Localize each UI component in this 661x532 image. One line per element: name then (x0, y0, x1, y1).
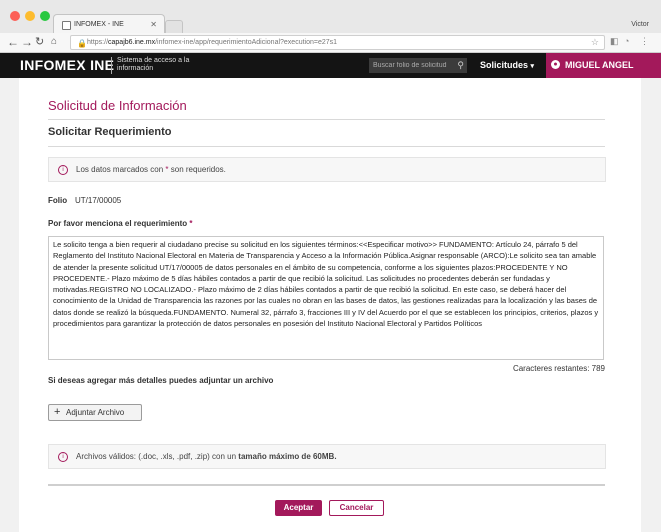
required-note: i Los datos marcados con * son requerido… (48, 157, 606, 182)
required-note-text: Los datos marcados con * son requeridos. (76, 165, 226, 174)
maximize-window-button[interactable] (40, 11, 50, 21)
attach-file-label: Adjuntar Archivo (66, 408, 125, 417)
url-text: https://capajb6.ine.mx/infomex-ine/app/r… (87, 39, 338, 46)
requirement-label: Por favor menciona el requerimiento * (48, 219, 193, 228)
close-tab-icon[interactable]: ✕ (150, 20, 157, 29)
back-arrow-icon[interactable]: ← (7, 35, 19, 49)
browser-tab[interactable]: INFOMEX - INE ✕ (53, 14, 165, 34)
title-divider (48, 119, 605, 120)
form-footer-divider (48, 484, 605, 486)
user-icon: ● (551, 60, 560, 69)
search-icon[interactable]: ⚲ (457, 60, 464, 71)
logo-divider (111, 57, 112, 74)
subtitle-divider (48, 146, 605, 147)
folio-value: UT/17/00005 (75, 196, 122, 205)
valid-files-text: Archivos válidos: (.doc, .xls, .pdf, .zi… (76, 452, 337, 461)
address-bar-row: ← → ↻ ⌂ 🔒 https://capajb6.ine.mx/infomex… (0, 33, 661, 53)
logo[interactable]: INFOMEX INE (20, 57, 114, 73)
screenshot: INFOMEX - INE ✕ Victor ← → ↻ ⌂ 🔒 https:/… (0, 0, 661, 532)
bookmark-star-icon[interactable]: ☆ (591, 36, 599, 49)
menu-icon[interactable]: ⋮ (640, 36, 649, 47)
attach-file-button[interactable]: + Adjuntar Archivo (48, 404, 142, 421)
attach-prompt: Si deseas agregar más detalles puedes ad… (48, 376, 274, 385)
solicitudes-menu[interactable]: Solicitudes ▾ (480, 60, 534, 70)
extension-icon[interactable]: ◧ (610, 36, 619, 47)
forward-arrow-icon[interactable]: → (21, 35, 33, 49)
accept-button[interactable]: Aceptar (275, 500, 322, 516)
cast-icon[interactable]: ◔ (624, 36, 629, 46)
url-input[interactable]: 🔒 https://capajb6.ine.mx/infomex-ine/app… (70, 35, 605, 50)
chevron-down-icon: ▾ (530, 63, 535, 70)
info-icon: i (58, 165, 68, 175)
folio-search: ⚲ (369, 58, 467, 73)
folio-label: Folio (48, 196, 68, 205)
cancel-button[interactable]: Cancelar (329, 500, 384, 516)
close-window-button[interactable] (10, 11, 20, 21)
chars-remaining: Caracteres restantes: 789 (512, 364, 605, 373)
info-icon: i (58, 452, 68, 462)
tab-title: INFOMEX - INE (74, 21, 124, 28)
lock-icon: 🔒 (77, 39, 87, 48)
new-tab-button[interactable] (165, 20, 183, 34)
user-menu-button[interactable]: ● MIGUEL ANGEL (546, 53, 661, 78)
page-subtitle: Solicitar Requerimiento (48, 126, 172, 138)
requirement-textarea[interactable]: Le solicito tenga a bien requerir al ciu… (48, 236, 604, 360)
reload-icon[interactable]: ↻ (35, 35, 44, 49)
user-name: MIGUEL ANGEL (565, 60, 634, 70)
valid-files-note: i Archivos válidos: (.doc, .xls, .pdf, .… (48, 444, 606, 469)
page-title: Solicitud de Información (48, 98, 187, 113)
browser-user[interactable]: Victor (631, 21, 649, 28)
plus-icon: + (54, 406, 61, 418)
browser-tab-bar: INFOMEX - INE ✕ Victor (0, 0, 661, 34)
logo-subtitle: Sistema de acceso a la información (117, 57, 190, 72)
folio-search-input[interactable] (369, 58, 453, 73)
favicon-icon (62, 21, 71, 30)
minimize-window-button[interactable] (25, 11, 35, 21)
home-icon[interactable]: ⌂ (51, 35, 57, 49)
